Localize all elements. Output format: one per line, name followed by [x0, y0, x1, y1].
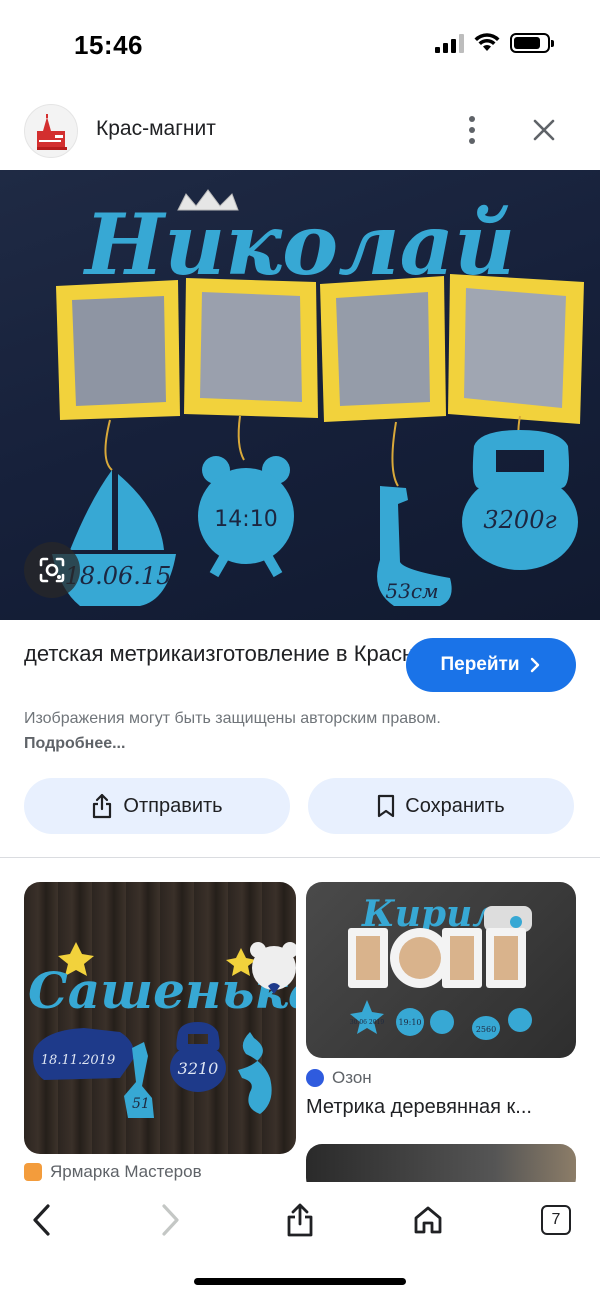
result-title[interactable]: детская метрика изготовление в Красноярс…	[24, 638, 489, 669]
related-weight-text: 2560	[476, 1025, 496, 1034]
tabs-count-icon: 7	[541, 1205, 571, 1235]
tag-weight-text: 3200г	[483, 506, 556, 534]
related-photo-2: Кирилл 30.06 2019 19:10 2560	[348, 893, 532, 1040]
share-button-label: Отправить	[123, 794, 223, 817]
copyright-text: Изображения могут быть защищены авторски…	[24, 710, 441, 727]
related-image-1[interactable]: Сашенька 18.11.2019 51 3210	[24, 882, 296, 1154]
section-divider	[0, 857, 600, 858]
ozon-favicon-icon	[306, 1069, 324, 1087]
tag-height-text: 53см	[385, 579, 438, 603]
close-icon	[533, 119, 555, 141]
forward-button[interactable]	[146, 1196, 194, 1244]
related-length-text: 51	[132, 1096, 150, 1112]
status-bar: 15:46	[0, 0, 600, 90]
tabs-button[interactable]: 7	[532, 1196, 580, 1244]
save-button[interactable]: Сохранить	[308, 778, 574, 834]
related-title-2[interactable]: Метрика деревянная к...	[306, 1096, 574, 1119]
save-button-label: Сохранить	[405, 794, 505, 817]
chevron-right-icon	[530, 657, 539, 673]
related-date-text: 18.11.2019	[41, 1053, 115, 1068]
site-name[interactable]: Крас-магнит	[96, 117, 216, 141]
more-dot-icon	[469, 138, 475, 144]
tag-date-text: 18.06.15	[65, 562, 172, 590]
related-source-2-label: Озон	[332, 1068, 372, 1087]
browser-toolbar: 7	[0, 1182, 600, 1300]
more-options-button[interactable]	[454, 112, 490, 148]
related-image-2[interactable]: Кирилл 30.06 2019 19:10 2560	[306, 882, 576, 1058]
site-header: Крас-магнит	[0, 100, 600, 162]
visit-button[interactable]: Перейти	[406, 638, 576, 692]
chevron-right-icon	[162, 1204, 179, 1236]
home-icon	[414, 1206, 442, 1234]
site-logo[interactable]	[24, 104, 78, 158]
related-source-1-label: Ярмарка Мастеров	[50, 1162, 202, 1181]
status-time: 15:46	[74, 30, 143, 60]
share-page-button[interactable]	[276, 1196, 324, 1244]
back-button[interactable]	[18, 1196, 66, 1244]
photo-frames	[56, 274, 584, 424]
status-icons	[435, 33, 554, 53]
share-icon	[287, 1203, 313, 1237]
cellular-signal-icon	[435, 33, 464, 53]
yarmarka-favicon-icon	[24, 1163, 42, 1181]
home-button[interactable]	[404, 1196, 452, 1244]
lens-search-button[interactable]	[24, 542, 80, 598]
more-dot-icon	[469, 116, 475, 122]
tag-time-text: 14:10	[214, 507, 277, 532]
related-time-text: 19:10	[398, 1018, 421, 1027]
battery-level	[514, 37, 540, 49]
related-source-2[interactable]: Озон	[306, 1068, 372, 1088]
bookmark-icon	[378, 794, 395, 818]
chevron-left-icon	[33, 1204, 50, 1236]
share-button[interactable]: Отправить	[24, 778, 290, 834]
alarm-clock-tag: 14:10	[198, 456, 294, 578]
wifi-icon	[474, 33, 500, 51]
battery-icon	[510, 33, 554, 53]
kettlebell-tag: 3200г	[462, 430, 578, 570]
related-weight-text: 3210	[178, 1059, 219, 1078]
more-info-link[interactable]: Подробнее...	[24, 735, 125, 752]
more-dot-icon	[469, 127, 475, 133]
hero-image[interactable]: Николай 18.06.15 14:10 53см 3200г	[0, 170, 600, 620]
share-icon	[93, 793, 112, 819]
hero-photo: Николай 18.06.15 14:10 53см 3200г	[52, 189, 584, 606]
related-photo-1: Сашенька 18.11.2019 51 3210	[28, 942, 296, 1118]
related-date-text: 30.06 2019	[350, 1019, 385, 1026]
giraffe-tag: 53см	[377, 486, 452, 606]
result-title-line-1: детская метрика	[24, 641, 194, 666]
kremlin-logo-icon	[37, 114, 67, 150]
related-source-1[interactable]: Ярмарка Мастеров	[24, 1162, 202, 1182]
lens-icon	[39, 557, 65, 583]
close-button[interactable]	[526, 112, 562, 148]
home-indicator[interactable]	[194, 1278, 406, 1285]
visit-button-label: Перейти	[440, 654, 520, 675]
copyright-notice: Изображения могут быть защищены авторски…	[24, 706, 494, 756]
